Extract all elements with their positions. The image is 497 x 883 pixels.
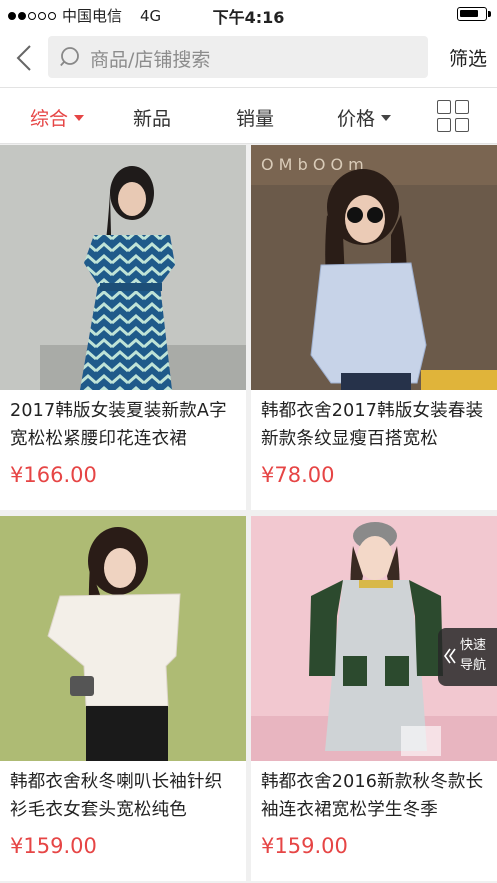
quick-nav-line2: 导航 [460, 658, 487, 673]
product-price: ¥159.00 [10, 834, 97, 858]
back-button[interactable] [10, 42, 40, 74]
product-image[interactable]: O M b O O m [251, 145, 497, 390]
caret-down-icon [74, 114, 85, 121]
product-price: ¥159.00 [261, 834, 348, 858]
filter-button[interactable]: 筛选 [449, 44, 487, 71]
status-time: 下午4:16 [212, 8, 285, 27]
quick-nav-label: 快速 导航 [460, 636, 492, 676]
product-price: ¥166.00 [10, 463, 97, 487]
search-header: 商品/店铺搜索 筛选 [0, 28, 497, 88]
product-image[interactable] [0, 516, 246, 761]
product-title[interactable]: 韩都衣舍2017韩版女装春装新款条纹显瘦百搭宽松 [261, 397, 489, 453]
search-placeholder: 商品/店铺搜索 [90, 49, 211, 71]
sort-tab-label: 综合 [30, 108, 69, 130]
product-title[interactable]: 韩都衣舍秋冬喇叭长袖针织衫毛衣女套头宽松纯色 [10, 768, 238, 824]
caret-down-icon [381, 114, 392, 121]
product-card[interactable]: 韩都衣舍2016新款秋冬款长袖连衣裙宽松学生冬季 ¥159.00 [251, 516, 497, 881]
grid-view-toggle-icon[interactable] [437, 100, 469, 132]
quick-nav-line1: 快速 [460, 638, 487, 653]
product-title[interactable]: 2017韩版女装夏装新款A字宽松松紧腰印花连衣裙 [10, 397, 238, 453]
double-chevron-left-icon [444, 648, 456, 664]
product-image[interactable] [0, 145, 246, 390]
sort-tab-label: 新品 [133, 108, 172, 130]
sort-tab-sales[interactable]: 销量 [236, 104, 274, 131]
chevron-left-icon [16, 45, 31, 71]
product-title[interactable]: 韩都衣舍2016新款秋冬款长袖连衣裙宽松学生冬季 [261, 768, 489, 824]
product-card[interactable]: 韩都衣舍秋冬喇叭长袖针织衫毛衣女套头宽松纯色 ¥159.00 [0, 516, 246, 881]
search-icon [60, 47, 79, 67]
sort-tab-newest[interactable]: 新品 [133, 104, 171, 131]
battery-icon [457, 7, 491, 21]
search-input[interactable]: 商品/店铺搜索 [48, 36, 428, 78]
sort-tab-price[interactable]: 价格 [337, 104, 392, 131]
product-card[interactable]: 2017韩版女装夏装新款A字宽松松紧腰印花连衣裙 ¥166.00 [0, 145, 246, 510]
product-card[interactable]: O M b O O m 韩都衣舍2017韩版女装春装新款条纹显瘦百搭宽松 ¥78… [251, 145, 497, 510]
sort-tab-comprehensive[interactable]: 综合 [30, 104, 85, 131]
sort-tab-label: 销量 [236, 108, 275, 130]
svg-text:O M b O O m: O M b O O m [261, 155, 364, 174]
quick-nav-button[interactable]: 快速 导航 [438, 628, 497, 686]
sort-tab-label: 价格 [337, 108, 376, 130]
status-bar: 中国电信 4G 下午4:16 [0, 0, 497, 28]
sort-bar: 综合 新品 销量 价格 [0, 88, 497, 144]
product-price: ¥78.00 [261, 463, 335, 487]
